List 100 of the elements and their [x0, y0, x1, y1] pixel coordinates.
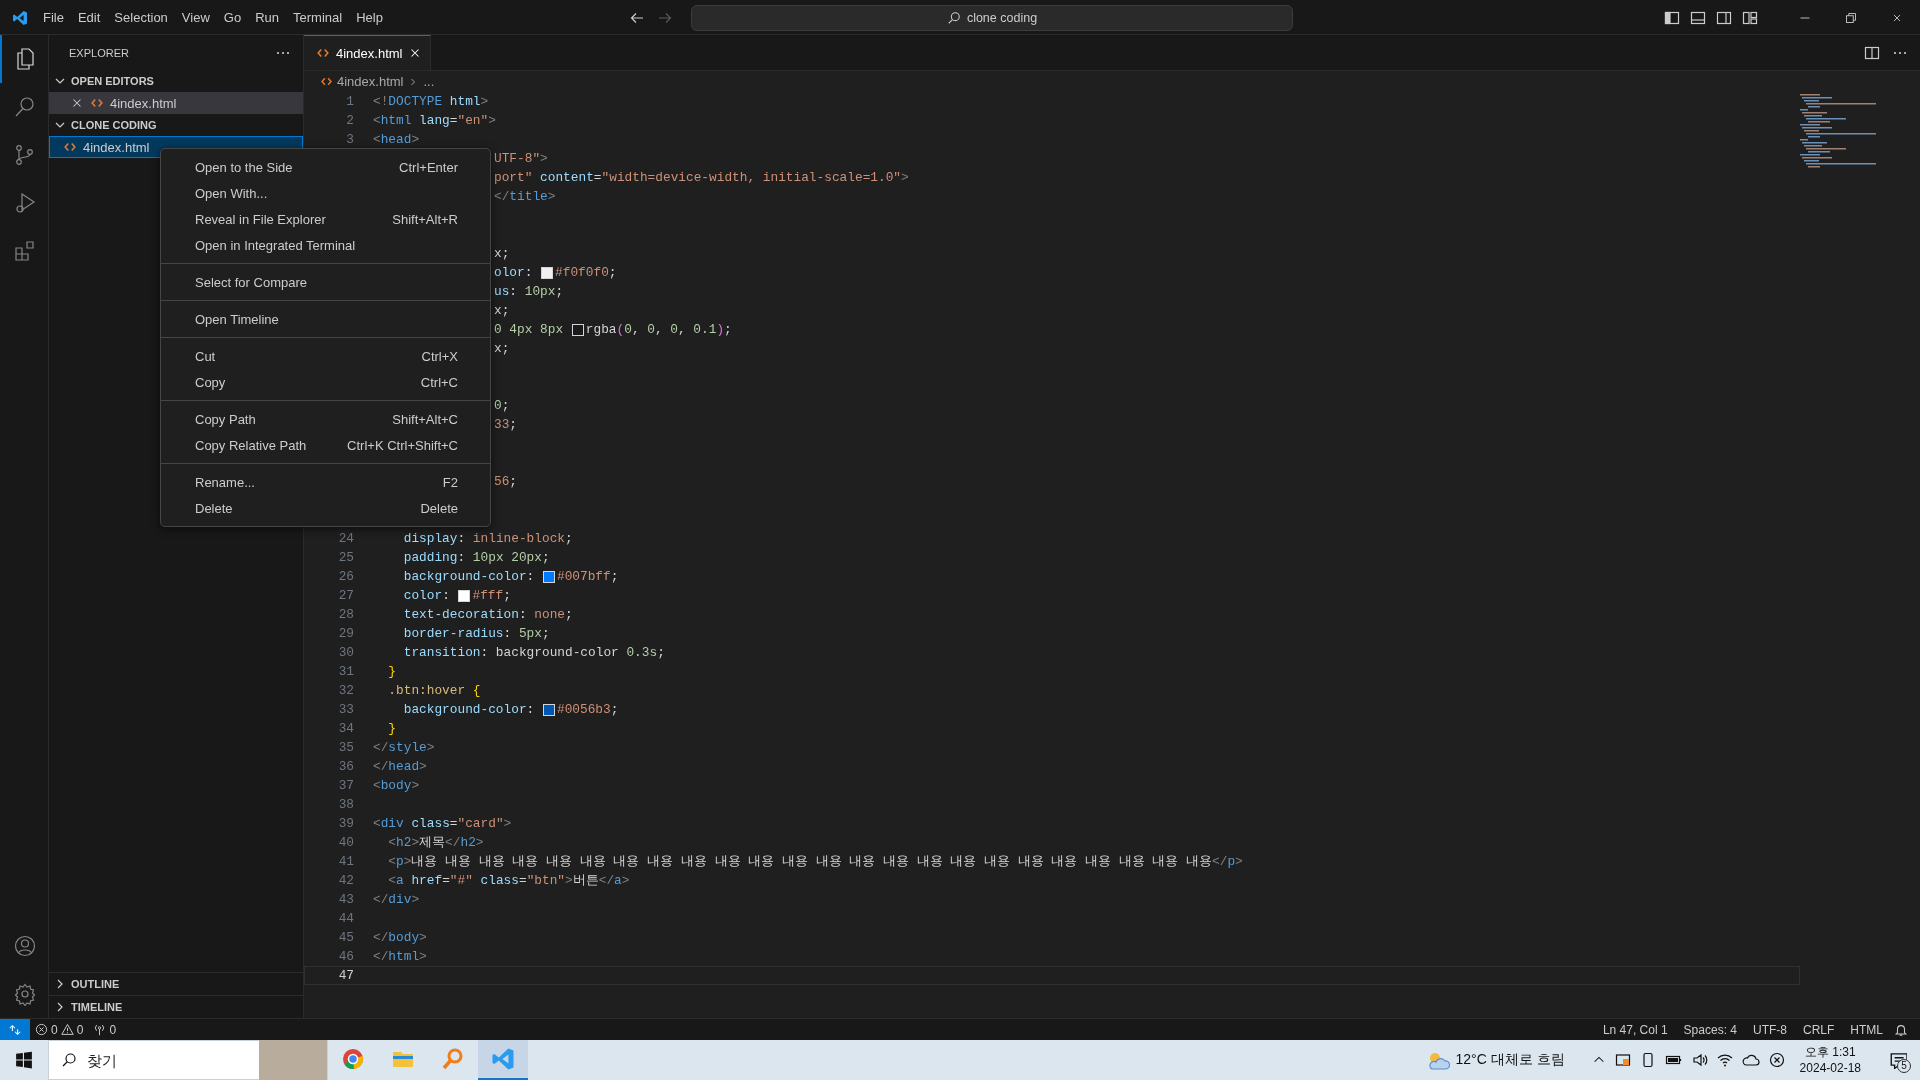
status-item[interactable]: Spaces: 4	[1678, 1022, 1742, 1037]
section-header[interactable]: OPEN EDITORS	[49, 70, 303, 92]
line-number: 35	[338, 740, 354, 755]
taskbar-app[interactable]	[478, 1040, 528, 1080]
sidebar-title: EXPLORER	[69, 46, 129, 59]
code-line: <head>	[373, 132, 420, 147]
line-number: 2	[346, 113, 354, 128]
menu-item[interactable]: Reveal in File Explorer Shift+Alt+R	[165, 206, 486, 232]
color-swatch-icon[interactable]	[571, 323, 584, 336]
section-header[interactable]: OUTLINE	[49, 972, 303, 995]
sidebar-layout-icon[interactable]	[1664, 9, 1680, 26]
section-header[interactable]: CLONE CODING	[49, 114, 303, 136]
cloud-icon[interactable]	[1741, 1052, 1760, 1068]
open-editor-item[interactable]: 4index.html	[49, 92, 303, 114]
menu-item[interactable]: Go	[216, 6, 249, 29]
remote-button[interactable]	[0, 1019, 30, 1040]
code-line: 33;	[494, 417, 518, 432]
code-text: background-color:	[402, 569, 536, 584]
code-line: <div class="card">	[373, 816, 512, 831]
line-number: 37	[338, 778, 354, 793]
code-text: #f0f0f0;	[555, 265, 617, 280]
extensions-icon[interactable]	[13, 239, 37, 263]
editor-tab[interactable]: 4index.html	[304, 35, 432, 70]
status-item[interactable]: Ln 47, Col 1	[1597, 1022, 1673, 1037]
settings-icon[interactable]	[13, 982, 37, 1006]
code-text: 0 4px 8px	[494, 322, 565, 337]
line-number: 47	[338, 968, 354, 983]
notification-button[interactable]: 5	[1876, 1040, 1920, 1080]
menu-item[interactable]: Edit	[70, 6, 108, 29]
menu-item[interactable]: Terminal	[286, 6, 350, 29]
tray-app-icon[interactable]	[1614, 1052, 1631, 1068]
line-number: 32	[338, 683, 354, 698]
menu-item[interactable]: Open Timeline	[165, 306, 486, 332]
problems-button[interactable]: 0 0	[30, 1022, 89, 1037]
layout-grid-icon[interactable]	[1742, 9, 1758, 26]
wifi-icon[interactable]	[1716, 1052, 1733, 1068]
menu-item[interactable]: File	[36, 6, 71, 29]
color-swatch-icon[interactable]	[542, 703, 555, 716]
menu-item[interactable]: Rename... F2	[165, 469, 486, 495]
code-line: UTF-8">	[494, 151, 548, 166]
code-line: </title>	[494, 189, 556, 204]
status-item[interactable]: CRLF	[1798, 1022, 1840, 1037]
breadcrumb-item[interactable]: ...	[423, 74, 435, 89]
code-line: display: inline-block;	[402, 531, 573, 546]
menu-item[interactable]: Help	[349, 6, 390, 29]
line-number: 44	[338, 911, 354, 926]
line-number: 41	[338, 854, 354, 869]
vscode-logo-icon	[12, 9, 28, 26]
search-field[interactable]: 찾기	[85, 1050, 259, 1070]
menu-item[interactable]: Open With...	[165, 180, 486, 206]
color-swatch-icon[interactable]	[458, 589, 471, 602]
line-number: 42	[338, 873, 354, 888]
color-swatch-icon[interactable]	[541, 266, 554, 279]
account-icon[interactable]	[13, 934, 37, 958]
code-line: x;	[494, 246, 510, 261]
line-number: 38	[338, 797, 354, 812]
menu-item[interactable]: Copy Ctrl+C	[165, 369, 486, 395]
line-number: 24	[338, 531, 354, 546]
weather-widget[interactable]: 12°C 대체로 흐림	[1425, 1050, 1565, 1070]
status-item[interactable]: HTML	[1845, 1022, 1888, 1037]
menu-item[interactable]: Copy Relative Path Ctrl+K Ctrl+Shift+C	[165, 432, 486, 458]
menu-item[interactable]: Open in Integrated Terminal	[165, 232, 486, 258]
split-editor-icon[interactable]	[1864, 44, 1880, 61]
color-swatch-icon[interactable]	[542, 570, 555, 583]
code-line: <!DOCTYPE html>	[373, 94, 489, 109]
line-number: 39	[338, 816, 354, 831]
line-number: 26	[338, 569, 354, 584]
circle-x-icon[interactable]	[1768, 1052, 1785, 1068]
speaker-icon[interactable]	[1691, 1052, 1708, 1068]
menu-item[interactable]: Selection	[107, 6, 175, 29]
search-icon	[61, 1052, 77, 1068]
search-icon[interactable]	[13, 95, 37, 119]
menu-item[interactable]: Copy Path Shift+Alt+C	[165, 406, 486, 432]
html-file-icon	[90, 96, 104, 110]
code-line: <a href="#" class="btn">버튼</a>	[387, 872, 630, 889]
play-bug-icon[interactable]	[13, 191, 37, 215]
panel-layout-icon[interactable]	[1690, 9, 1706, 26]
menu-item[interactable]: Run	[248, 6, 286, 29]
status-item[interactable]: UTF-8	[1748, 1022, 1792, 1037]
command-center[interactable]: clone coding	[691, 4, 1293, 31]
clock[interactable]: 오후 1:31 2024-02-18	[1799, 1044, 1861, 1076]
bell-icon[interactable]	[1894, 1022, 1908, 1037]
secondary-sidebar-icon[interactable]	[1716, 9, 1732, 26]
ports-button[interactable]: 0	[88, 1022, 122, 1037]
menu-item[interactable]: Cut Ctrl+X	[165, 343, 486, 369]
breadcrumb-item[interactable]: 4index.html	[337, 74, 404, 89]
code-line: <p>내용 내용 내용 내용 내용 내용 내용 내용 내용 내용 내용 내용 내용 내용 내용 내용 내용 내용 내용 내용 내용 내용 내용 내용</p>	[387, 853, 1243, 870]
code-line: <body>	[373, 778, 420, 793]
menu-item[interactable]: Delete Delete	[165, 495, 486, 521]
windows-logo-icon[interactable]	[15, 1051, 33, 1069]
line-number: 40	[338, 835, 354, 850]
menu-item[interactable]: View	[174, 6, 217, 29]
code-line: 56;	[494, 474, 518, 489]
code-line: us: 10px;	[494, 284, 564, 299]
menu-item[interactable]: Select for Compare	[165, 269, 486, 295]
chrome-icon	[341, 1047, 365, 1071]
line-number: 33	[338, 702, 354, 717]
line-number: 30	[338, 645, 354, 660]
restore-icon[interactable]	[1845, 11, 1857, 24]
search-box[interactable]: 찾기	[48, 1040, 328, 1080]
